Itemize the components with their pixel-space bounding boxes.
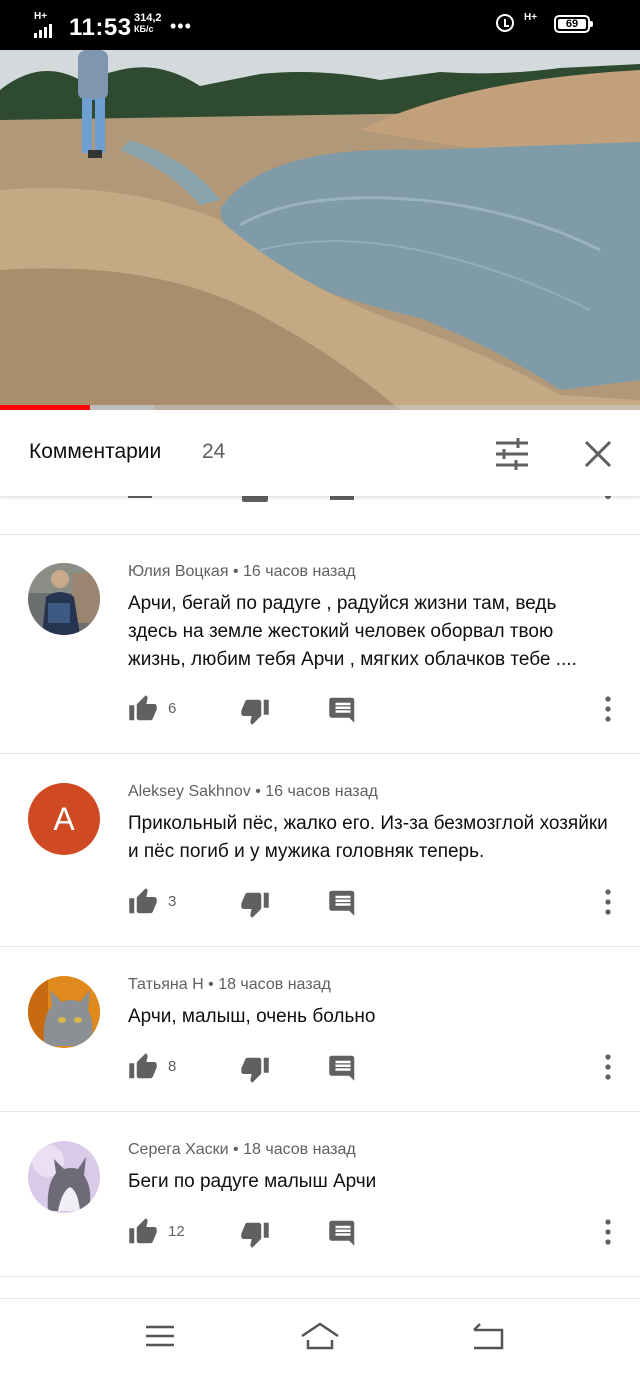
reply-icon[interactable] bbox=[328, 887, 358, 917]
speed-value: 314,2 bbox=[134, 12, 162, 24]
comment-actions: 12 bbox=[128, 1217, 628, 1249]
comment-meta: Юлия Воцкая • 16 часов назад bbox=[128, 563, 356, 581]
system-nav-bar bbox=[0, 1298, 640, 1374]
comment-author[interactable]: Юлия Воцкая bbox=[128, 563, 228, 580]
comment-actions: 8 bbox=[128, 1052, 628, 1084]
close-icon[interactable] bbox=[578, 434, 618, 474]
network-type: H+ bbox=[34, 11, 48, 22]
comment-item: Татьяна Н • 18 часов назад Арчи, малыш, … bbox=[0, 947, 640, 1112]
video-player[interactable] bbox=[0, 50, 640, 410]
comment-text: Беги по радуге малыш Арчи bbox=[128, 1171, 377, 1192]
speed-unit: КБ/с bbox=[134, 24, 154, 34]
more-vert-icon[interactable] bbox=[598, 887, 618, 917]
clock: 11:53 bbox=[69, 14, 132, 41]
thumb-up-icon[interactable] bbox=[128, 1217, 158, 1247]
comments-count: 24 bbox=[202, 440, 226, 463]
battery-level: 69 bbox=[558, 19, 586, 30]
notification-dots: ••• bbox=[170, 16, 192, 36]
more-vert-icon[interactable] bbox=[598, 694, 618, 724]
avatar[interactable] bbox=[28, 1141, 100, 1213]
comment-text: Арчи, бегай по радуге , радуйся жизни та… bbox=[128, 593, 577, 670]
sort-icon[interactable] bbox=[490, 434, 534, 474]
avatar[interactable]: A bbox=[28, 783, 100, 855]
more-vert-icon[interactable] bbox=[598, 1217, 618, 1247]
video-frame bbox=[0, 50, 640, 410]
status-right: H+ 69 bbox=[496, 12, 616, 38]
menu-icon[interactable] bbox=[138, 1314, 182, 1358]
avatar[interactable] bbox=[28, 976, 100, 1048]
comment-meta: Aleksey Sakhnov • 16 часов назад bbox=[128, 783, 378, 801]
network-type-right: H+ bbox=[524, 12, 538, 23]
like-count: 6 bbox=[168, 700, 177, 717]
thumb-up-icon[interactable] bbox=[128, 1052, 158, 1082]
like-count: 12 bbox=[168, 1223, 185, 1240]
network-speed: 314,2 КБ/с bbox=[134, 13, 162, 35]
partial-comment-actions bbox=[0, 496, 640, 535]
like-count: 8 bbox=[168, 1058, 177, 1075]
signal-icon bbox=[34, 24, 52, 38]
thumb-down-icon[interactable] bbox=[240, 889, 270, 919]
comment-item: Юлия Воцкая • 16 часов назад Арчи, бегай… bbox=[0, 534, 640, 754]
comment-actions: 6 bbox=[128, 694, 628, 726]
comment-text: Арчи, малыш, очень больно bbox=[128, 1006, 376, 1027]
thumb-down-icon[interactable] bbox=[240, 1219, 270, 1249]
comment-author[interactable]: Татьяна Н bbox=[128, 976, 204, 993]
comment-actions: 3 bbox=[128, 887, 628, 919]
battery-icon: 69 bbox=[554, 15, 593, 33]
comment-time: 18 часов назад bbox=[243, 1141, 356, 1158]
like-count: 3 bbox=[168, 893, 177, 910]
comments-header: Комментарии 24 bbox=[0, 410, 640, 496]
alarm-icon bbox=[496, 14, 514, 32]
meta-separator: • bbox=[233, 1141, 239, 1158]
thumb-up-icon[interactable] bbox=[128, 887, 158, 917]
meta-separator: • bbox=[255, 783, 261, 800]
reply-icon[interactable] bbox=[328, 1217, 358, 1247]
comment-time: 16 часов назад bbox=[265, 783, 378, 800]
comment-meta: Серега Хаски • 18 часов назад bbox=[128, 1141, 356, 1159]
comment-time: 18 часов назад bbox=[218, 976, 331, 993]
comment-meta: Татьяна Н • 18 часов назад bbox=[128, 976, 331, 994]
reply-icon[interactable] bbox=[328, 1052, 358, 1082]
status-bar: H+ 11:53 314,2 КБ/с ••• H+ 69 bbox=[0, 0, 640, 50]
avatar[interactable] bbox=[28, 563, 100, 635]
thumb-down-icon[interactable] bbox=[240, 1054, 270, 1084]
thumb-down-icon[interactable] bbox=[240, 696, 270, 726]
partial-action-icons bbox=[128, 496, 611, 502]
comment-time: 16 часов назад bbox=[243, 563, 356, 580]
comment-item: A Aleksey Sakhnov • 16 часов назад Прико… bbox=[0, 754, 640, 947]
comments-title: Комментарии bbox=[29, 440, 162, 463]
reply-icon[interactable] bbox=[328, 694, 358, 724]
comment-author[interactable]: Серега Хаски bbox=[128, 1141, 229, 1158]
comment-item: Серега Хаски • 18 часов назад Беги по ра… bbox=[0, 1112, 640, 1277]
more-vert-icon[interactable] bbox=[598, 1052, 618, 1082]
home-icon[interactable] bbox=[298, 1314, 342, 1358]
meta-separator: • bbox=[208, 976, 214, 993]
back-icon[interactable] bbox=[466, 1314, 510, 1358]
meta-separator: • bbox=[232, 563, 239, 580]
comment-text: Прикольный пёс, жалко его. Из-за безмозг… bbox=[128, 813, 608, 862]
thumb-up-icon[interactable] bbox=[128, 694, 158, 724]
comment-author[interactable]: Aleksey Sakhnov bbox=[128, 783, 251, 800]
